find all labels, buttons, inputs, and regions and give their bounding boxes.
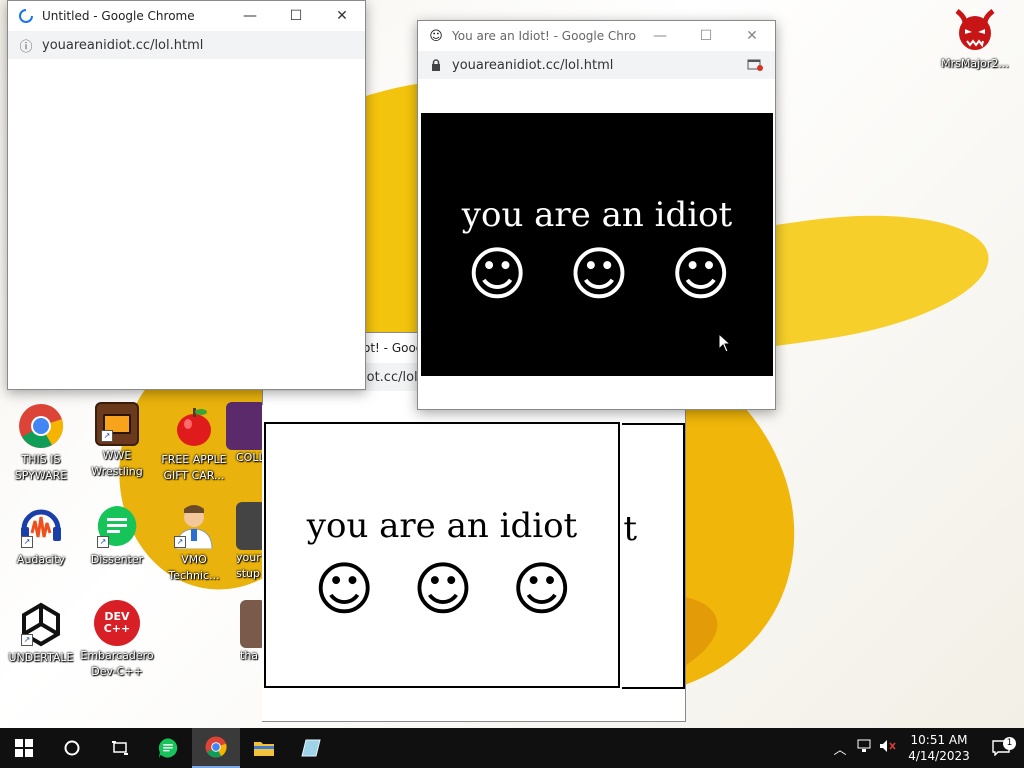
task-view-icon xyxy=(112,741,128,755)
desktop-icon-label: COLL xyxy=(236,451,265,464)
shortcut-arrow-icon: ↗ xyxy=(174,536,186,548)
desktop-icon-partial[interactable]: COLL xyxy=(226,402,266,466)
window-titlebar[interactable]: ☺ You are an Idiot! - Google Chrome — ☐ … xyxy=(418,21,775,51)
start-button[interactable] xyxy=(0,728,48,768)
smiley-icon: ☺ xyxy=(511,555,572,623)
desktop-icon-label: Embarcadero Dev-C++ xyxy=(80,649,154,678)
taskbar-app-file-explorer[interactable] xyxy=(240,728,288,768)
loading-spinner-icon xyxy=(18,8,34,24)
desktop-icon-undertale[interactable]: ↗ UNDERTALE xyxy=(0,600,82,666)
oven-icon: ↗ xyxy=(95,402,139,446)
minimize-button[interactable]: — xyxy=(637,21,683,51)
demon-icon xyxy=(951,6,999,54)
smiley-icon: ☺ xyxy=(412,555,474,623)
close-button[interactable]: ✕ xyxy=(319,1,365,31)
devcpp-icon: DEV C++ xyxy=(94,600,140,646)
desktop-icon-label: WWE Wrestling xyxy=(91,449,143,478)
desktop-icon-mrsmajor[interactable]: MrsMajor2... xyxy=(935,6,1015,72)
desktop-icon-spyware[interactable]: THIS IS SPYWARE xyxy=(0,402,82,484)
clock-time: 10:51 AM xyxy=(910,733,968,747)
desktop-icon-devcpp[interactable]: DEV C++ Embarcadero Dev-C++ xyxy=(76,600,158,680)
chat-icon xyxy=(158,738,178,759)
address-bar[interactable]: youareanidiot.cc/lol.html xyxy=(418,51,775,79)
desktop-icon-vmo[interactable]: ↗ VMO Technic... xyxy=(153,502,235,584)
desktop-icon-label: FREE APPLE GIFT CAR... xyxy=(161,453,227,482)
apple-icon xyxy=(170,402,218,450)
folder-icon xyxy=(254,742,274,756)
volume-muted-icon[interactable] xyxy=(876,739,900,757)
desktop-icon-audacity[interactable]: ↗ Audacity xyxy=(0,502,82,568)
shortcut-arrow-icon: ↗ xyxy=(101,430,113,442)
desktop-icon-label: MrsMajor2... xyxy=(941,57,1009,70)
smiley-icon: ☺ xyxy=(314,555,375,623)
search-button[interactable] xyxy=(48,728,96,768)
close-button[interactable]: ✕ xyxy=(729,21,775,51)
desktop-icon-dissenter[interactable]: ↗ Dissenter xyxy=(76,502,158,568)
smiley-icon: ☺ xyxy=(670,240,731,308)
doctor-icon: ↗ xyxy=(170,502,218,550)
chrome-icon xyxy=(205,736,227,758)
page-content-blank xyxy=(8,59,365,389)
window-titlebar[interactable]: Untitled - Google Chrome — ☐ ✕ xyxy=(8,1,365,31)
idiot-message: you are an idiot xyxy=(306,506,578,546)
desktop-icon-wwe[interactable]: ↗ WWE Wrestling xyxy=(76,402,158,480)
app-icon xyxy=(226,402,266,450)
maximize-button[interactable]: ☐ xyxy=(273,1,319,31)
window-title: Untitled - Google Chrome xyxy=(42,9,195,23)
smiley-row: ☺ ☺ ☺ xyxy=(421,235,773,303)
mouse-cursor-icon xyxy=(718,332,732,356)
search-circle-icon xyxy=(64,740,80,756)
url-text: youareanidiot.cc/lol.html xyxy=(452,57,614,73)
address-bar[interactable]: ⓘ youareanidiot.cc/lol.html xyxy=(8,31,365,59)
smiley-favicon-icon: ☺ xyxy=(429,28,443,44)
taskbar-app-dissenter[interactable] xyxy=(144,728,192,768)
smiley-icon: ☺ xyxy=(568,240,630,308)
browser-window-untitled[interactable]: Untitled - Google Chrome — ☐ ✕ ⓘ youarea… xyxy=(7,0,366,390)
maximize-button[interactable]: ☐ xyxy=(683,21,729,51)
chat-icon: ↗ xyxy=(93,502,141,550)
taskbar-app-chrome[interactable] xyxy=(192,728,240,768)
glass-app-icon xyxy=(301,739,321,757)
desktop-icon-label: THIS IS SPYWARE xyxy=(14,453,68,482)
clock-date: 4/14/2023 xyxy=(908,749,970,763)
desktop-icon-label: VMO Technic... xyxy=(168,553,220,582)
action-center-button[interactable]: 1 xyxy=(978,737,1024,756)
browser-window-idiot-light[interactable]: you are an idiot ☺ ☺ ☺ xyxy=(262,405,622,721)
desktop-icon-label: UNDERTALE xyxy=(8,651,74,664)
smiley-icon: ☺ xyxy=(467,240,528,308)
desktop-icon-label: Dissenter xyxy=(90,553,144,566)
desktop-icon-label: Audacity xyxy=(16,553,66,566)
shortcut-arrow-icon: ↗ xyxy=(97,536,109,548)
taskbar: ︿ 10:51 AM 4/14/2023 1 xyxy=(0,728,1024,768)
minimize-button[interactable]: — xyxy=(227,1,273,31)
shortcut-arrow-icon: ↗ xyxy=(21,634,33,646)
smiley-row: ☺ ☺ ☺ xyxy=(266,546,618,618)
taskbar-app-glass[interactable] xyxy=(288,728,336,768)
url-text: youareanidiot.cc/lol.html xyxy=(42,37,204,53)
network-icon[interactable] xyxy=(852,739,876,757)
idiot-content-panel: you are an idiot ☺ ☺ ☺ xyxy=(264,422,620,688)
desktop-icon-apple-gift[interactable]: FREE APPLE GIFT CAR... xyxy=(153,402,235,484)
task-view-button[interactable] xyxy=(96,728,144,768)
chevron-up-icon[interactable]: ︿ xyxy=(828,739,852,758)
window-title: You are an Idiot! - Google Chrome xyxy=(452,29,637,43)
info-icon: ⓘ xyxy=(19,39,33,55)
audacity-icon: ↗ xyxy=(17,502,65,550)
unity-icon: ↗ xyxy=(17,600,65,648)
taskbar-clock[interactable]: 10:51 AM 4/14/2023 xyxy=(900,732,978,764)
notification-count-badge: 1 xyxy=(1003,737,1016,750)
idiot-message: you are an idiot xyxy=(461,195,733,235)
lock-icon xyxy=(428,59,444,71)
system-tray: ︿ 10:51 AM 4/14/2023 1 xyxy=(828,728,1024,768)
popup-blocked-icon[interactable] xyxy=(743,59,767,71)
shortcut-arrow-icon: ↗ xyxy=(21,536,33,548)
windows-logo-icon xyxy=(15,739,33,757)
chrome-icon xyxy=(17,402,65,450)
